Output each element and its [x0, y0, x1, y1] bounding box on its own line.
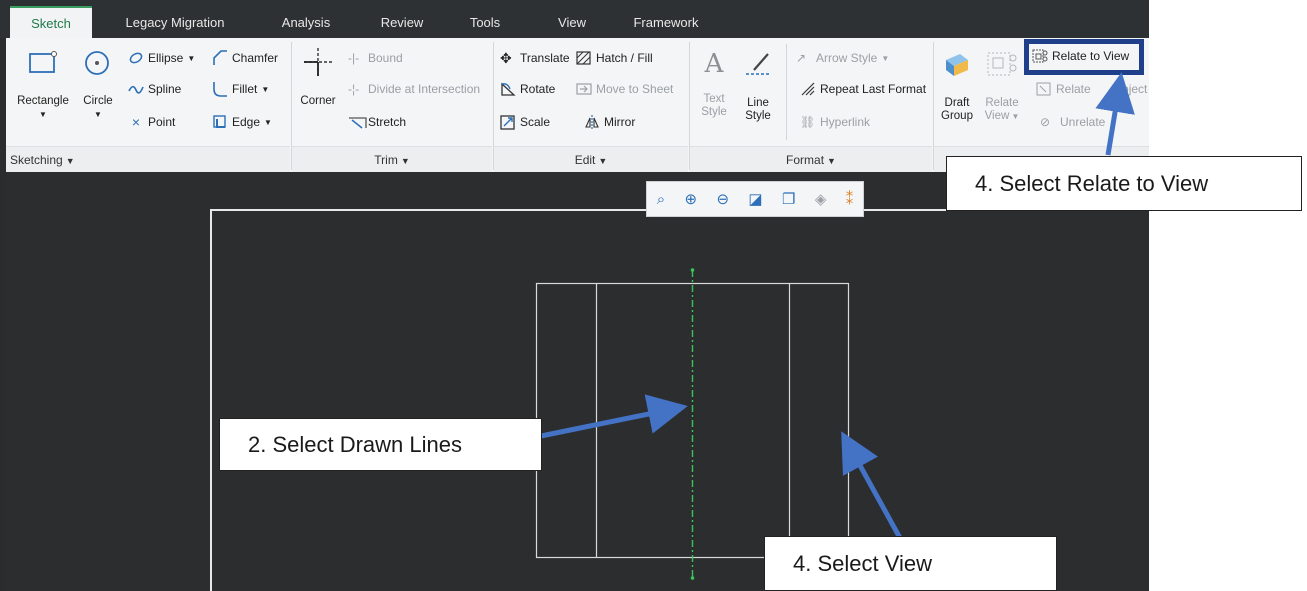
arrow-to-drawn-lines: [540, 394, 688, 439]
callout-text-relate: 4. Select Relate to View: [975, 170, 1209, 196]
callout-select-drawn-lines: 2. Select Drawn Lines: [219, 418, 542, 471]
callout-text-view: 4. Select View: [793, 550, 933, 576]
arrow-to-view: [841, 431, 903, 540]
arrow-to-relate-to-view: [1095, 72, 1135, 156]
callout-select-view: 4. Select View: [764, 536, 1057, 591]
callout-select-relate-to-view: 4. Select Relate to View: [946, 156, 1302, 211]
annotation-arrows: [540, 72, 1135, 540]
callout-text-lines: 2. Select Drawn Lines: [248, 431, 462, 457]
